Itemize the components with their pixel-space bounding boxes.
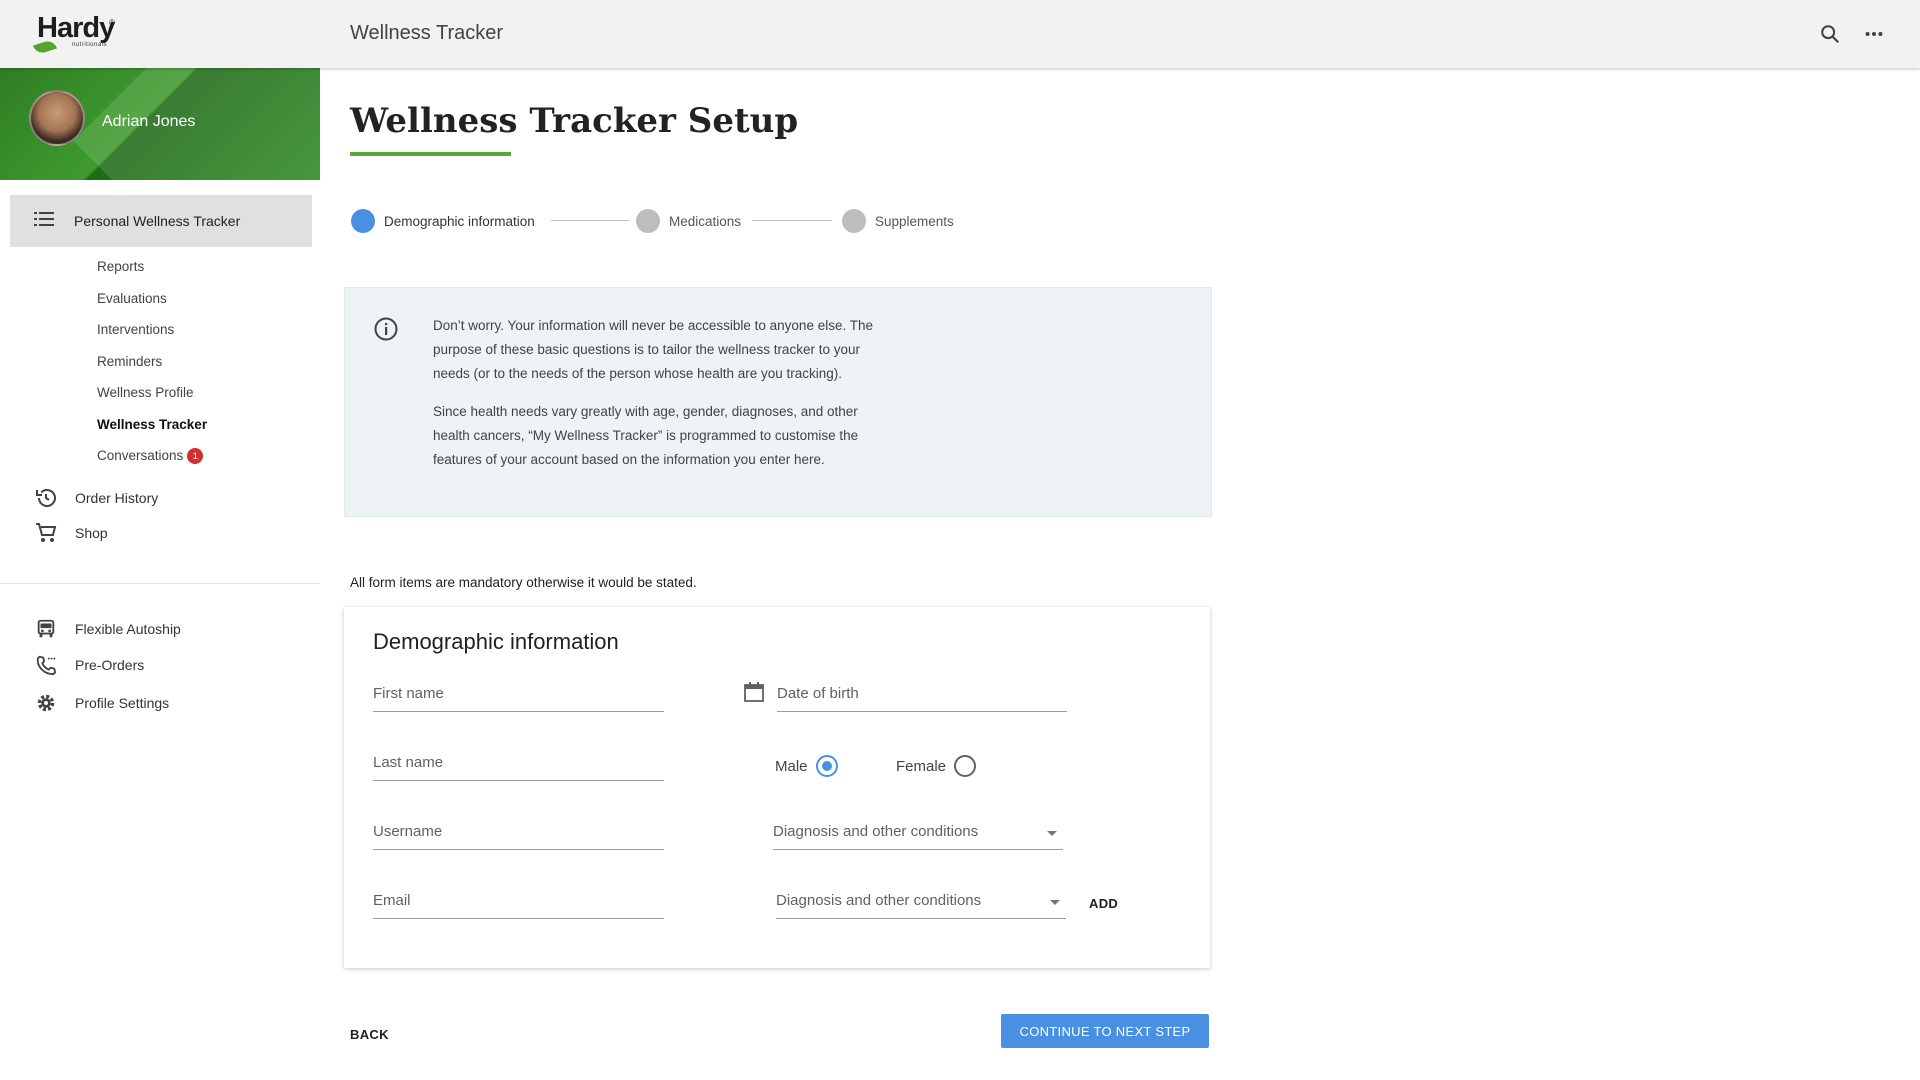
- demographic-form-card: Demographic information First name Last …: [344, 607, 1210, 968]
- chevron-down-icon: [1047, 831, 1057, 836]
- username-placeholder: Username: [373, 823, 443, 840]
- calendar-icon[interactable]: [743, 681, 765, 703]
- continue-button[interactable]: CONTINUE TO NEXT STEP: [1001, 1014, 1209, 1048]
- sidebar-item-order-history[interactable]: Order History: [34, 486, 158, 510]
- sidebar-subnav: Reports Evaluations Interventions Remind…: [97, 251, 207, 472]
- info-paragraph: Don’t worry. Your information will never…: [433, 318, 873, 381]
- hardy-logo[interactable]: Hardy ® nutritionals: [32, 12, 124, 56]
- logo-registered-mark: ®: [109, 18, 115, 27]
- sidebar: Adrian Jones Personal Wellness Tracker R…: [0, 68, 320, 1080]
- info-notice: Don’t worry. Your information will never…: [344, 287, 1212, 517]
- date-of-birth-placeholder: Date of birth: [777, 685, 859, 702]
- form-title: Demographic information: [373, 629, 619, 654]
- sidebar-item-flexible-autoship[interactable]: Flexible Autoship: [34, 617, 181, 641]
- sidebar-item-label: Conversations: [97, 448, 184, 463]
- male-radio[interactable]: [815, 755, 838, 777]
- profile-name: Adrian Jones: [102, 113, 196, 130]
- top-app-bar: Hardy ® nutritionals Wellness Tracker: [0, 0, 1920, 68]
- list-icon: [34, 211, 56, 231]
- sidebar-item-label: Flexible Autoship: [75, 621, 181, 637]
- step-indicator-active: [351, 209, 375, 233]
- sidebar-item-reminders[interactable]: Reminders: [97, 346, 207, 378]
- stepper: Demographic information Medications Supp…: [351, 209, 971, 233]
- sidebar-item-pre-orders[interactable]: Pre-Orders: [34, 653, 144, 677]
- history-icon: [34, 486, 58, 510]
- sidebar-item-personal-wellness-tracker[interactable]: Personal Wellness Tracker: [10, 195, 312, 247]
- first-name-field[interactable]: First name: [373, 681, 664, 712]
- step-indicator: [636, 209, 660, 233]
- step-label: Demographic information: [384, 213, 535, 229]
- info-paragraph: Since health needs vary greatly with age…: [433, 404, 859, 467]
- diagnosis-placeholder: Diagnosis and other conditions: [773, 823, 979, 840]
- sidebar-item-reports[interactable]: Reports: [97, 251, 207, 283]
- logo-wordmark: Hardy: [37, 12, 115, 44]
- page-title: Wellness Tracker Setup: [350, 101, 799, 141]
- female-radio[interactable]: [954, 755, 977, 777]
- username-field[interactable]: Username: [373, 819, 664, 850]
- sidebar-item-label: Pre-Orders: [75, 657, 145, 673]
- step-medications[interactable]: Medications: [636, 209, 741, 233]
- info-text: Don’t worry. Your information will never…: [433, 314, 878, 472]
- email-field[interactable]: Email: [373, 888, 664, 919]
- sidebar-item-label: Order History: [75, 490, 159, 506]
- diagnosis-select-2[interactable]: Diagnosis and other conditions: [776, 888, 1066, 919]
- back-button[interactable]: BACK: [350, 1027, 389, 1042]
- sidebar-item-evaluations[interactable]: Evaluations: [97, 283, 207, 315]
- diagnosis-select-1[interactable]: Diagnosis and other conditions: [773, 819, 1063, 850]
- gender-option-female[interactable]: Female: [896, 755, 977, 777]
- info-icon: [373, 316, 399, 342]
- step-demographic-information[interactable]: Demographic information: [351, 209, 535, 233]
- more-options-icon[interactable]: [1860, 20, 1888, 48]
- cart-icon: [34, 521, 58, 545]
- diagnosis-placeholder: Diagnosis and other conditions: [776, 892, 982, 909]
- sidebar-item-label: Profile Settings: [75, 695, 170, 711]
- title-underline: [350, 152, 511, 156]
- search-icon[interactable]: [1816, 20, 1844, 48]
- step-label: Medications: [669, 213, 742, 229]
- sidebar-divider: [0, 583, 320, 584]
- sidebar-item-label: Shop: [75, 525, 108, 541]
- car-icon: [34, 617, 58, 641]
- step-indicator: [842, 209, 866, 233]
- sidebar-item-conversations[interactable]: Conversations 1: [97, 440, 207, 472]
- notification-badge: 1: [187, 448, 204, 465]
- step-supplements[interactable]: Supplements: [842, 209, 954, 233]
- sidebar-item-wellness-tracker[interactable]: Wellness Tracker: [97, 409, 207, 441]
- mandatory-note: All form items are mandatory otherwise i…: [350, 575, 697, 590]
- sidebar-item-label: Personal Wellness Tracker: [74, 213, 241, 229]
- date-of-birth-field[interactable]: Date of birth: [777, 681, 1067, 712]
- last-name-field[interactable]: Last name: [373, 750, 664, 781]
- sidebar-item-wellness-profile[interactable]: Wellness Profile: [97, 377, 207, 409]
- avatar[interactable]: [29, 90, 85, 146]
- last-name-placeholder: Last name: [373, 754, 444, 771]
- add-diagnosis-button[interactable]: ADD: [1089, 896, 1118, 911]
- first-name-placeholder: First name: [373, 685, 444, 702]
- logo-subtitle: nutritionals: [72, 42, 108, 48]
- step-connector: [551, 220, 629, 221]
- profile-banner: Adrian Jones: [0, 68, 320, 180]
- app-title: Wellness Tracker: [350, 22, 504, 44]
- phone-icon: [34, 653, 58, 677]
- gender-option-male[interactable]: Male: [775, 755, 838, 777]
- radio-label: Female: [896, 757, 947, 775]
- sidebar-item-interventions[interactable]: Interventions: [97, 314, 207, 346]
- sidebar-item-profile-settings[interactable]: Profile Settings: [34, 691, 169, 715]
- step-label: Supplements: [875, 213, 954, 229]
- gear-icon: [34, 691, 58, 715]
- email-placeholder: Email: [373, 892, 411, 909]
- step-connector: [752, 220, 832, 221]
- radio-label: Male: [775, 757, 808, 775]
- sidebar-item-shop[interactable]: Shop: [34, 521, 108, 545]
- chevron-down-icon: [1050, 900, 1060, 905]
